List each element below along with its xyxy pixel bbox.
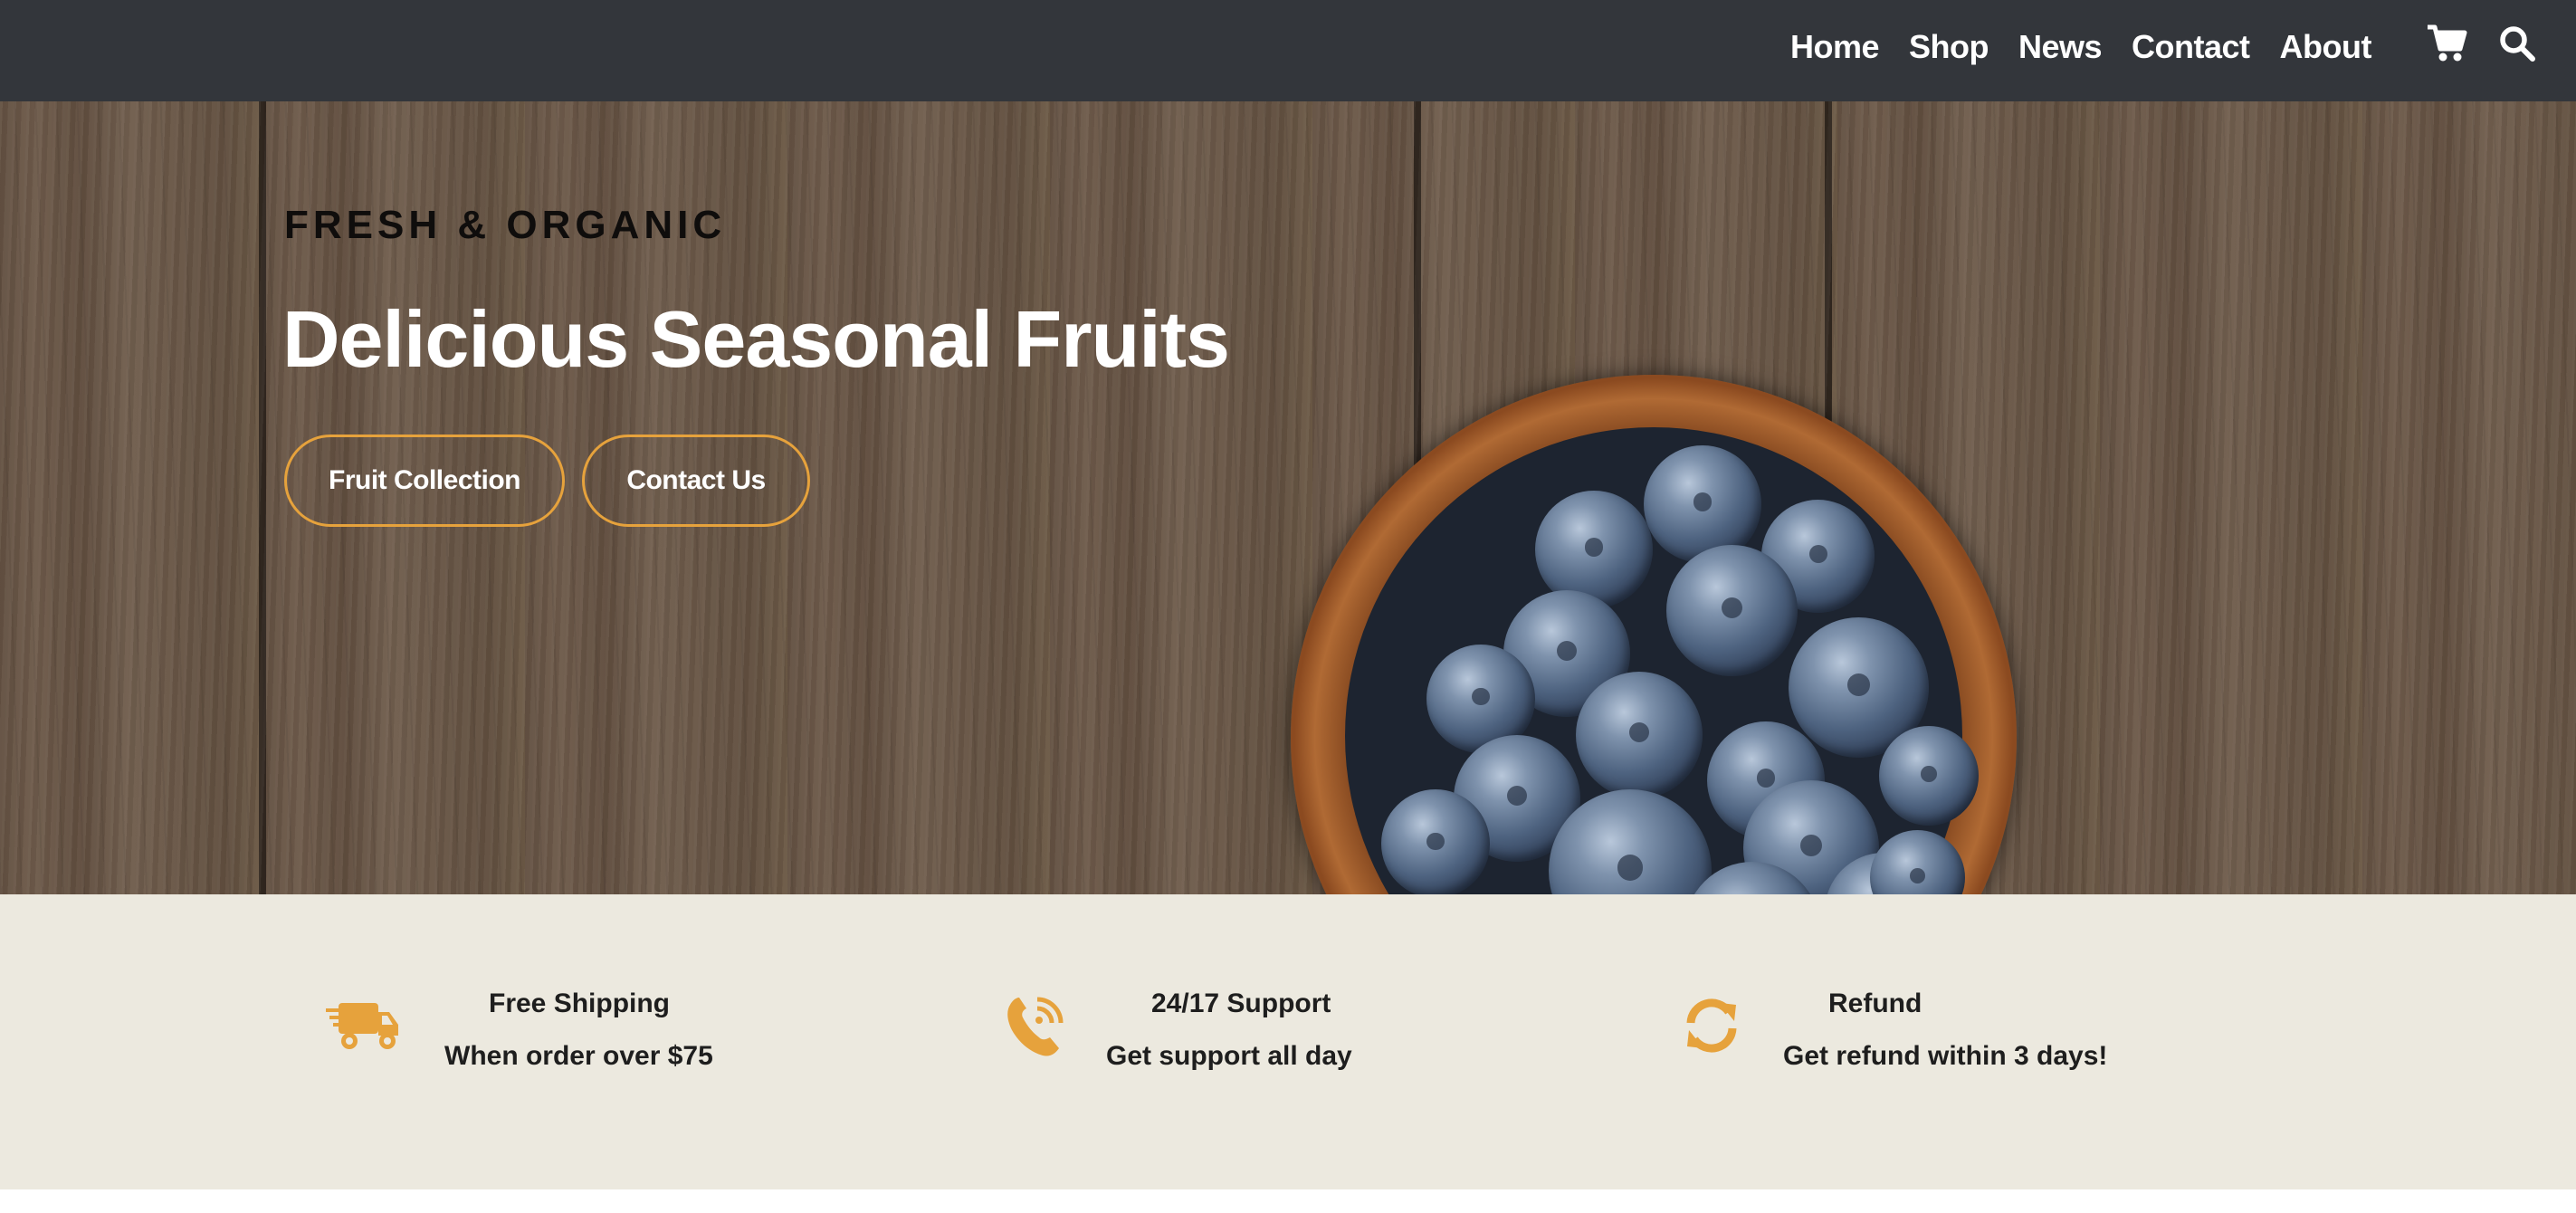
nav-news-link[interactable]: News (2018, 28, 2103, 66)
main-nav: Home Shop News Contact About (1790, 0, 2372, 94)
hero-subtitle: FRESH & ORGANIC (284, 203, 727, 247)
feature-title: Refund (1828, 989, 1922, 1018)
hero-title: Delicious Seasonal Fruits (282, 294, 1230, 384)
feature-text: Get refund within 3 days! (1783, 1041, 2108, 1071)
nav-shop-link[interactable]: Shop (1909, 28, 1989, 66)
search-icon[interactable] (2498, 24, 2536, 67)
cart-icon[interactable] (2426, 24, 2467, 68)
nav-contact-link[interactable]: Contact (2132, 28, 2250, 66)
features-strip: Free Shipping When order over $75 24/17 … (0, 894, 2576, 1189)
feature-title: Free Shipping (489, 989, 671, 1018)
feature-title: 24/17 Support (1151, 989, 1331, 1018)
feature-text: When order over $75 (444, 1041, 713, 1071)
nav-about-link[interactable]: About (2280, 28, 2372, 66)
nav-icons (2426, 24, 2536, 68)
feature-text: Get support all day (1106, 1041, 1352, 1071)
contact-us-button[interactable]: Contact Us (582, 435, 810, 527)
truck-icon (326, 996, 402, 1062)
phone-icon (1003, 992, 1066, 1064)
nav-home-link[interactable]: Home (1790, 28, 1880, 66)
refresh-icon (1682, 996, 1741, 1060)
fruit-collection-button[interactable]: Fruit Collection (284, 435, 565, 527)
hero-banner: FRESH & ORGANIC Delicious Seasonal Fruit… (0, 101, 2576, 894)
top-navbar: Home Shop News Contact About (0, 0, 2576, 101)
